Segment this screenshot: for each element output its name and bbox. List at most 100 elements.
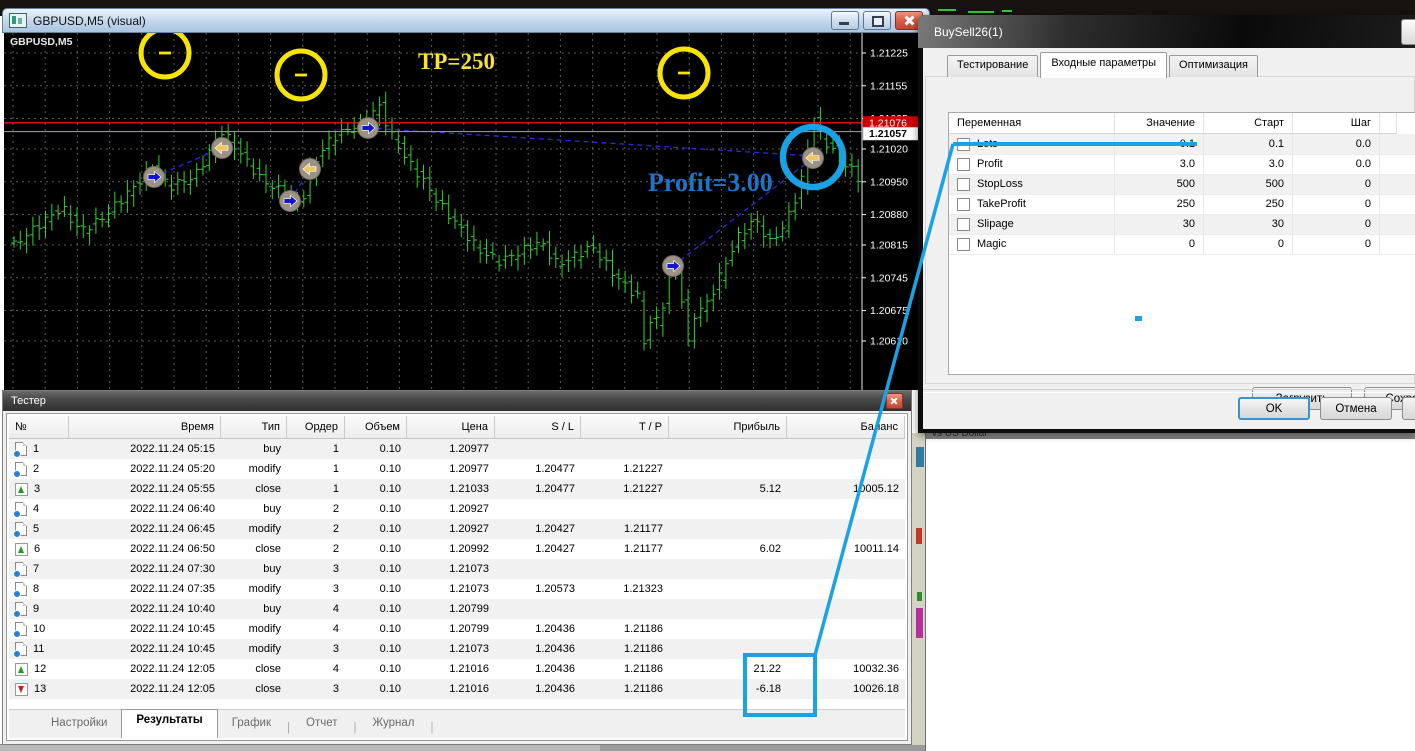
param-row[interactable]: Magic 0 0 0	[949, 234, 1415, 255]
table-row[interactable]: 13 2022.11.24 12:05 close 3 0.10 1.21016 1.204…	[9, 679, 905, 699]
cell-empty	[1380, 154, 1415, 175]
table-row[interactable]: 4 2022.11.24 06:40 buy 2 0.10 1.20927	[9, 499, 905, 519]
table-row[interactable]: 1 2022.11.24 05:15 buy 1 0.10 1.20977	[9, 439, 905, 459]
cell-volume: 0.10	[379, 503, 401, 515]
param-row[interactable]: Lots 0.1 0.1 0.0	[949, 134, 1415, 155]
tab-входные-параметры[interactable]: Входные параметры	[1040, 52, 1168, 78]
column-header[interactable]: Переменная	[949, 113, 1115, 134]
param-checkbox[interactable]	[957, 157, 970, 171]
param-value[interactable]: 3.0	[1115, 154, 1204, 175]
dialog-titlebar[interactable]: BuySell26(1)	[918, 15, 1415, 48]
cell-profit	[669, 579, 787, 599]
param-step[interactable]: 0.0	[1293, 154, 1380, 175]
column-header[interactable]: Прибыль	[669, 416, 787, 438]
param-step[interactable]: 0	[1293, 174, 1380, 195]
chart-window-titlebar[interactable]: GBPUSD,M5 (visual)	[2, 8, 930, 33]
table-row[interactable]: 7 2022.11.24 07:30 buy 3 0.10 1.21073	[9, 559, 905, 579]
param-start[interactable]: 3.0	[1204, 154, 1293, 175]
minimize-icon[interactable]	[831, 11, 859, 30]
column-header[interactable]	[1380, 113, 1397, 134]
param-value[interactable]: 0	[1115, 234, 1204, 255]
cell-order: 2	[332, 503, 339, 515]
column-header[interactable]: Старт	[1204, 113, 1293, 134]
tab-журнал[interactable]: Журнал	[359, 713, 429, 738]
param-value[interactable]: 500	[1115, 174, 1204, 195]
fragment	[916, 608, 923, 638]
cell-volume: 0.10	[379, 563, 401, 575]
dialog-close-icon[interactable]	[1401, 19, 1415, 45]
table-row[interactable]: 8 2022.11.24 07:35 modify 3 0.10 1.21073 1.205…	[9, 579, 905, 599]
tab-результаты[interactable]: Результаты	[121, 709, 218, 738]
cell-price: 1.21016	[449, 683, 489, 695]
column-header[interactable]: Баланс	[787, 416, 905, 438]
reset-button[interactable]	[1402, 397, 1415, 420]
tester-titlebar[interactable]: Тестер	[3, 391, 911, 411]
column-header[interactable]: Тип	[221, 416, 287, 438]
param-row[interactable]: Profit 3.0 3.0 0.0	[949, 154, 1415, 175]
param-step[interactable]: 0	[1293, 194, 1380, 215]
table-row[interactable]: 11 2022.11.24 10:45 modify 3 0.10 1.21073 1.20…	[9, 639, 905, 659]
param-start[interactable]: 0.1	[1204, 134, 1293, 155]
table-row[interactable]: 9 2022.11.24 10:40 buy 4 0.10 1.20799	[9, 599, 905, 619]
param-start[interactable]: 500	[1204, 174, 1293, 195]
table-row[interactable]: 12 2022.11.24 12:05 close 4 0.10 1.21016 1.204…	[9, 659, 905, 679]
cell-profit: -6.18	[755, 683, 781, 695]
param-value[interactable]: 30	[1115, 214, 1204, 235]
cell-profit	[669, 519, 787, 539]
background-window: vs US Dollar	[925, 428, 1415, 751]
param-value[interactable]: 0.1	[1115, 134, 1204, 155]
param-checkbox[interactable]	[957, 237, 970, 251]
param-checkbox[interactable]	[957, 177, 970, 191]
cell-price: 1.21016	[449, 663, 489, 675]
close-icon[interactable]	[886, 393, 903, 409]
cell-sl: 1.20436	[535, 643, 575, 655]
table-row[interactable]: 5 2022.11.24 06:45 modify 2 0.10 1.20927 1.204…	[9, 519, 905, 539]
column-header[interactable]: Ордер	[287, 416, 345, 438]
grid	[4, 33, 862, 390]
restore-icon[interactable]	[863, 11, 891, 30]
parameters-table: Переменная Значение Старт Шаг Lots 0.1 0.1 0.0…	[948, 112, 1415, 375]
table-row[interactable]: 10 2022.11.24 10:45 modify 4 0.10 1.20799 1.20…	[9, 619, 905, 639]
ok-button[interactable]: OK	[1238, 397, 1310, 420]
column-header[interactable]: №	[9, 416, 69, 438]
column-header[interactable]: Цена	[407, 416, 495, 438]
table-row[interactable]: 2 2022.11.24 05:20 modify 1 0.10 1.20977 1.204…	[9, 459, 905, 479]
cell-time: 2022.11.24 06:50	[130, 543, 215, 555]
param-step[interactable]: 0	[1293, 234, 1380, 255]
chart-canvas[interactable]: GBPUSD,M5 TP=250 Profit=3.00 1.21225 1.2115…	[4, 26, 927, 390]
arrow-down-icon	[15, 682, 28, 696]
cell-profit	[669, 559, 787, 579]
param-start[interactable]: 30	[1204, 214, 1293, 235]
order-number: 5	[33, 523, 40, 535]
param-step[interactable]: 0	[1293, 214, 1380, 235]
table-row[interactable]: 3 2022.11.24 05:55 close 1 0.10 1.21033 1.2047…	[9, 479, 905, 499]
column-header[interactable]: Объем	[345, 416, 407, 438]
order-cell: 5	[9, 519, 69, 539]
param-checkbox[interactable]	[957, 137, 970, 151]
tab-тестирование[interactable]: Тестирование	[947, 55, 1039, 77]
column-header[interactable]: Значение	[1115, 113, 1204, 134]
cell-sl: 1.20573	[535, 583, 575, 595]
column-header[interactable]: S / L	[495, 416, 581, 438]
table-row[interactable]: 6 2022.11.24 06:50 close 2 0.10 1.20992 1.2042…	[9, 539, 905, 559]
cell-tp	[581, 599, 669, 619]
param-row[interactable]: TakeProfit 250 250 0	[949, 194, 1415, 215]
cell-balance	[787, 499, 905, 519]
param-step[interactable]: 0.0	[1293, 134, 1380, 155]
param-row[interactable]: Slipage 30 30 0	[949, 214, 1415, 235]
tab-оптимизация[interactable]: Оптимизация	[1169, 55, 1259, 77]
param-checkbox[interactable]	[957, 197, 970, 211]
param-start[interactable]: 250	[1204, 194, 1293, 215]
param-checkbox[interactable]	[957, 217, 970, 231]
column-header[interactable]: Время	[69, 416, 221, 438]
tab-настройки[interactable]: Настройки	[37, 713, 121, 738]
param-value[interactable]: 250	[1115, 194, 1204, 215]
tab-отчет[interactable]: Отчет	[292, 713, 352, 738]
column-header[interactable]: Шаг	[1293, 113, 1380, 134]
param-row[interactable]: StopLoss 500 500 0	[949, 174, 1415, 195]
param-start[interactable]: 0	[1204, 234, 1293, 255]
chart-fragment	[1002, 10, 1012, 12]
column-header[interactable]: T / P	[581, 416, 669, 438]
tab-график[interactable]: График	[218, 713, 285, 738]
cancel-button[interactable]: Отмена	[1320, 397, 1392, 420]
